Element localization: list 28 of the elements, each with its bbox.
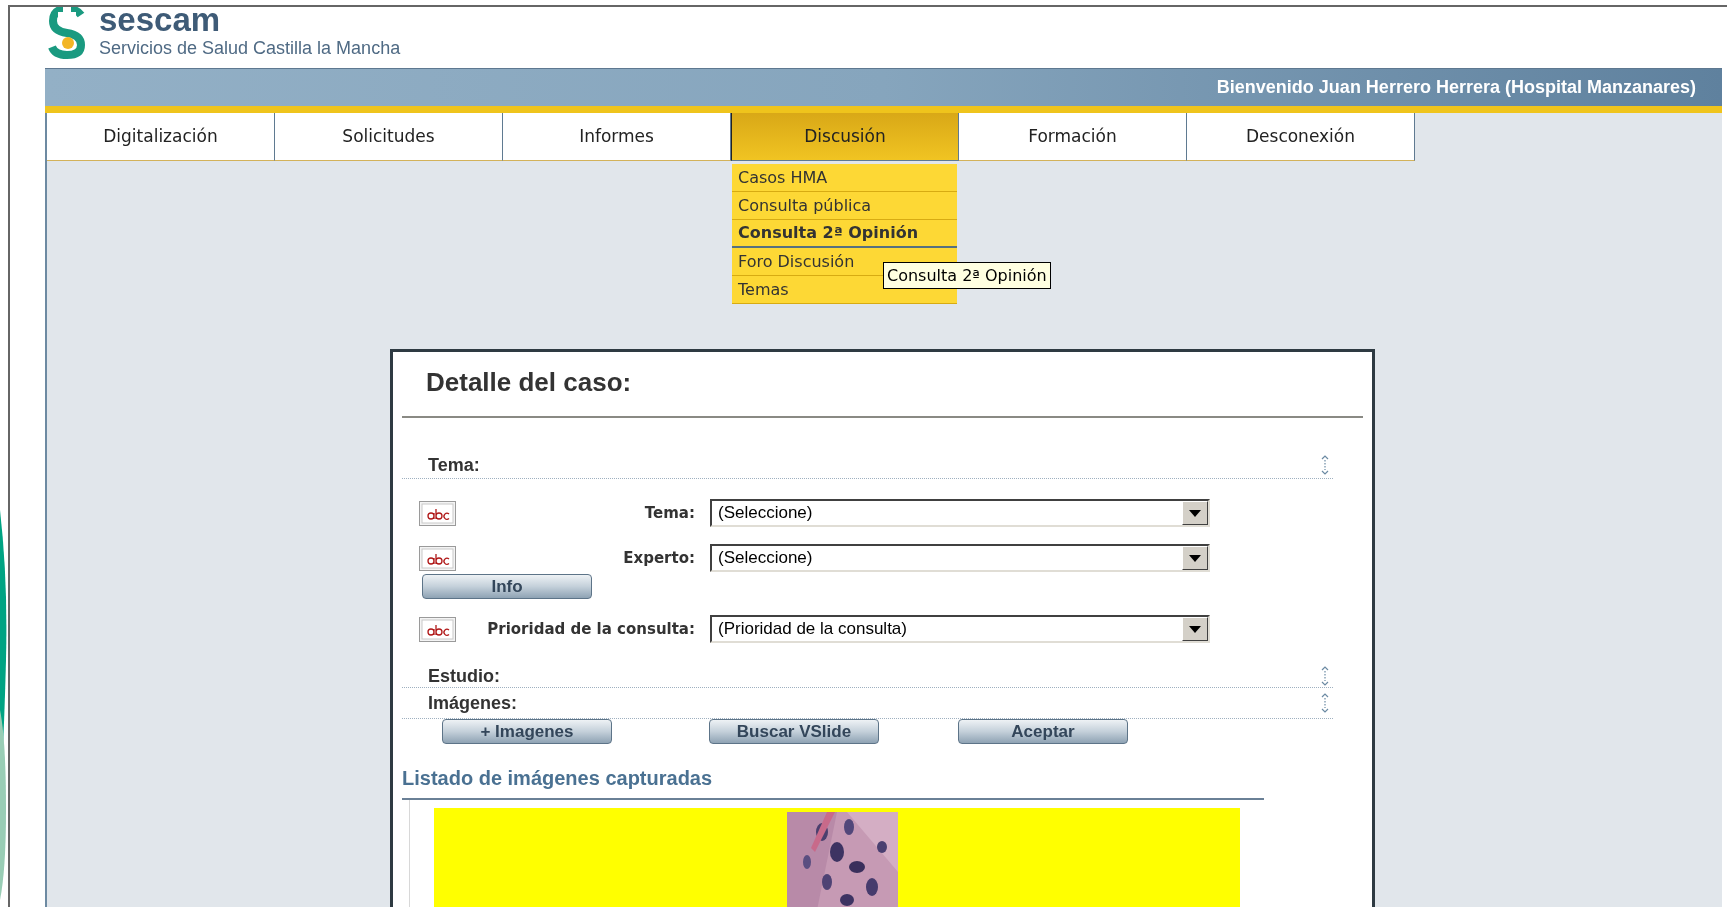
nav-tab[interactable]: Discusión xyxy=(731,113,959,161)
dropdown-select[interactable]: (Seleccione) xyxy=(710,499,1210,527)
nav-tab[interactable]: Informes xyxy=(503,113,731,161)
field-label: Prioridad de la consulta: xyxy=(486,618,696,640)
nav-tab[interactable]: Digitalización xyxy=(47,113,275,161)
action-button[interactable]: Aceptar xyxy=(958,719,1128,744)
logo-text: sescam xyxy=(99,3,222,37)
section-heading: Estudio: xyxy=(428,664,500,688)
nav-tab[interactable]: Desconexión xyxy=(1187,113,1415,161)
menu-item[interactable]: Consulta pública xyxy=(732,192,957,220)
dropdown-select[interactable]: (Prioridad de la consulta) xyxy=(710,615,1210,643)
nav-tab[interactable]: Solicitudes xyxy=(275,113,503,161)
field-label: Tema: xyxy=(643,502,696,524)
menu-item[interactable]: Casos HMA xyxy=(732,164,957,192)
welcome-text: Bienvenido Juan Herrero Herrera (Hospital Manzanares) xyxy=(1216,76,1696,99)
field-label: Experto: xyxy=(622,547,696,569)
list-title: Listado de imágenes capturadas xyxy=(402,766,714,790)
section-heading: Tema: xyxy=(428,453,480,477)
tooltip: Consulta 2ª Opinión xyxy=(883,262,1051,289)
action-button[interactable]: Buscar VSlide xyxy=(709,719,879,744)
menu-item[interactable]: Consulta 2ª Opinión xyxy=(732,220,957,248)
action-button[interactable]: + Imagenes xyxy=(442,719,612,744)
card-title: Detalle del caso: xyxy=(426,366,633,398)
site-subtitle: Servicios de Salud Castilla la Mancha xyxy=(99,37,401,59)
section-heading: Imágenes: xyxy=(428,691,518,715)
nav-tab[interactable]: Formación xyxy=(959,113,1187,161)
dropdown-select[interactable]: (Seleccione) xyxy=(710,544,1210,572)
action-button[interactable]: Info xyxy=(422,574,592,599)
